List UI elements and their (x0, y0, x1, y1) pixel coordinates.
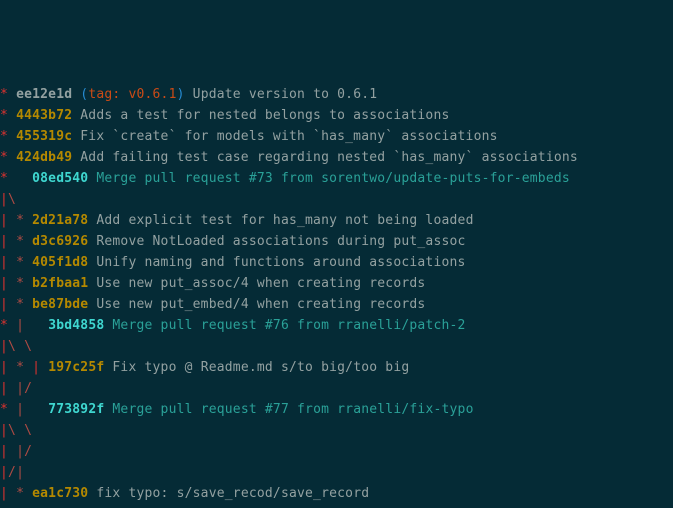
commit-message: Use new put_embed/4 when creating record… (88, 297, 425, 312)
commit-message: Adds a test for nested belongs to associ… (72, 108, 449, 123)
commit-message: Merge pull request #73 from sorentwo/upd… (88, 171, 570, 186)
git-log-line: | * b2fbaa1 Use new put_assoc/4 when cre… (0, 273, 673, 294)
git-log-line: | |/ (0, 378, 673, 399)
git-log-line: | * 405f1d8 Unify naming and functions a… (0, 252, 673, 273)
git-log-line: | |/ (0, 441, 673, 462)
git-log-line: |/ (0, 504, 673, 508)
git-log-line: |\ \ (0, 336, 673, 357)
commit-message: Update version to 0.6.1 (185, 87, 378, 102)
commit-hash: 2d21a78 (32, 213, 88, 228)
commit-message: fix typo: s/save_recod/save_record (88, 486, 369, 501)
commit-hash: 424db49 (16, 150, 72, 165)
git-log-line: * 424db49 Add failing test case regardin… (0, 147, 673, 168)
commit-message: Merge pull request #77 from rranelli/fix… (104, 402, 473, 417)
commit-hash: 4443b72 (16, 108, 72, 123)
git-log-line: | * be87bde Use new put_embed/4 when cre… (0, 294, 673, 315)
git-log-line: * 4443b72 Adds a test for nested belongs… (0, 105, 673, 126)
git-log-line: * | 773892f Merge pull request #77 from … (0, 399, 673, 420)
commit-message: Use new put_assoc/4 when creating record… (88, 276, 425, 291)
commit-message: Unify naming and functions around associ… (88, 255, 465, 270)
commit-message: Add failing test case regarding nested `… (72, 150, 578, 165)
git-log-line: | * d3c6926 Remove NotLoaded association… (0, 231, 673, 252)
git-log-line: |/| (0, 462, 673, 483)
commit-hash: be87bde (32, 297, 88, 312)
commit-hash: d3c6926 (32, 234, 88, 249)
commit-message: Fix typo @ Readme.md s/to big/too big (104, 360, 409, 375)
commit-message: Merge pull request #76 from rranelli/pat… (104, 318, 465, 333)
git-log-graph: * ee12e1d (tag: v0.6.1) Update version t… (0, 84, 673, 508)
git-log-line: | * ea1c730 fix typo: s/save_recod/save_… (0, 483, 673, 504)
git-log-line: * 08ed540 Merge pull request #73 from so… (0, 168, 673, 189)
commit-hash: 197c25f (48, 360, 104, 375)
git-log-line: * | 3bd4858 Merge pull request #76 from … (0, 315, 673, 336)
git-log-line: * 455319c Fix `create` for models with `… (0, 126, 673, 147)
commit-hash: ea1c730 (32, 486, 88, 501)
git-log-line: | * 2d21a78 Add explicit test for has_ma… (0, 210, 673, 231)
commit-message: Fix `create` for models with `has_many` … (72, 129, 497, 144)
git-log-line: | * | 197c25f Fix typo @ Readme.md s/to … (0, 357, 673, 378)
commit-hash: 773892f (48, 402, 104, 417)
git-log-line: |\ (0, 189, 673, 210)
commit-message: Remove NotLoaded associations during put… (88, 234, 465, 249)
git-log-line: |\ \ (0, 420, 673, 441)
commit-hash: ee12e1d (16, 87, 72, 102)
commit-hash: 08ed540 (32, 171, 88, 186)
commit-hash: 455319c (16, 129, 72, 144)
commit-hash: b2fbaa1 (32, 276, 88, 291)
commit-hash: 405f1d8 (32, 255, 88, 270)
commit-message: Add explicit test for has_many not being… (88, 213, 473, 228)
git-log-line: * ee12e1d (tag: v0.6.1) Update version t… (0, 84, 673, 105)
commit-hash: 3bd4858 (48, 318, 104, 333)
